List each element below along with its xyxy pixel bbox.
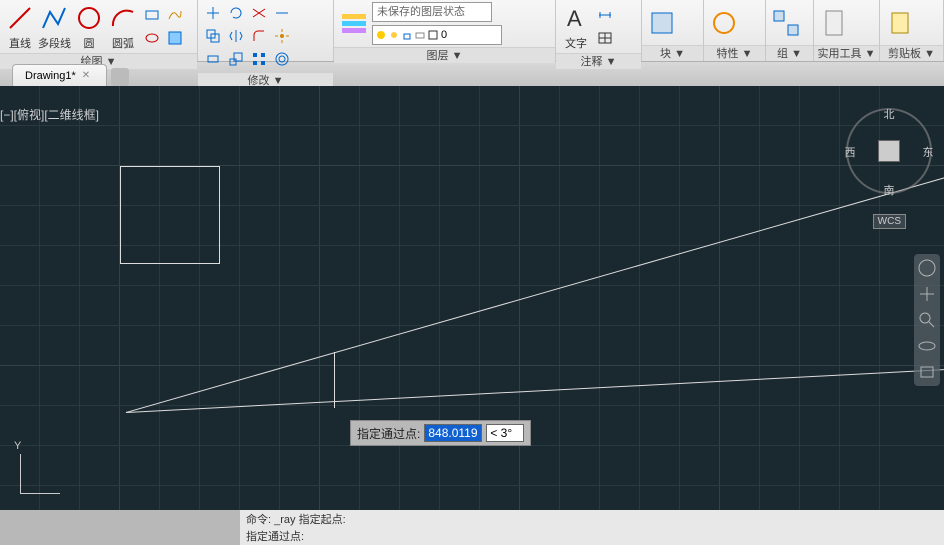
show-motion-icon[interactable]	[917, 362, 937, 382]
zoom-icon[interactable]	[917, 310, 937, 330]
circle-tool[interactable]: 圆	[73, 2, 105, 51]
plot-icon	[415, 30, 425, 40]
viewport-label[interactable]: [−][俯视][二维线框]	[0, 106, 99, 123]
move-tool[interactable]	[202, 2, 224, 24]
compass-top[interactable]	[878, 140, 900, 162]
group-tool[interactable]	[770, 7, 802, 39]
utilities-tool[interactable]	[818, 7, 850, 39]
clipboard-tool[interactable]	[884, 7, 916, 39]
compass-west[interactable]: 西	[840, 144, 860, 158]
arc-tool[interactable]: 圆弧	[107, 2, 139, 51]
svg-text:A: A	[567, 6, 582, 31]
clipboard-panel-title[interactable]: 剪贴板 ▼	[880, 45, 943, 61]
new-tab-button[interactable]	[111, 68, 129, 86]
rect-tool[interactable]	[141, 4, 163, 26]
selection-rectangle	[120, 166, 220, 264]
compass-east[interactable]: 东	[918, 144, 938, 158]
layer-panel-title[interactable]: 图层 ▼	[334, 47, 555, 63]
explode-tool[interactable]	[271, 25, 293, 47]
full-nav-wheel-icon[interactable]	[917, 258, 937, 278]
vertical-marker	[334, 352, 335, 408]
tab-drawing1[interactable]: Drawing1* ✕	[12, 64, 107, 86]
text-tool[interactable]: A 文字	[560, 2, 592, 51]
compass-south[interactable]: 南	[879, 182, 899, 196]
distance-input[interactable]	[424, 424, 482, 442]
prompt-label: 指定通过点:	[357, 425, 420, 442]
properties-tool[interactable]	[708, 7, 740, 39]
layer-current-dropdown[interactable]: 0	[372, 25, 502, 45]
wcs-badge[interactable]: WCS	[873, 214, 906, 229]
command-handle[interactable]	[0, 510, 240, 545]
drawing-canvas[interactable]: [−][俯视][二维线框] 指定通过点: 北 南 东 西 WCS Y	[0, 86, 944, 510]
navigation-bar	[914, 254, 940, 386]
sun-icon	[389, 30, 399, 40]
lock-icon	[402, 30, 412, 40]
group-panel-title[interactable]: 组 ▼	[766, 45, 813, 61]
compass-north[interactable]: 北	[879, 106, 899, 120]
text-label: 文字	[560, 35, 592, 51]
tab-label: Drawing1*	[25, 70, 76, 82]
fillet-tool[interactable]	[248, 25, 270, 47]
layer-name: 0	[441, 29, 447, 41]
annotation-panel-title[interactable]: 注释 ▼	[556, 53, 641, 69]
command-prompt-line: 指定通过点:	[246, 528, 938, 544]
trim-tool[interactable]	[248, 2, 270, 24]
close-icon[interactable]: ✕	[82, 70, 94, 82]
ucs-icon: Y	[10, 444, 70, 504]
bulb-icon	[376, 30, 386, 40]
pan-icon[interactable]	[917, 284, 937, 304]
ribbon: 直线 多段线 圆 圆弧	[0, 0, 944, 62]
utilities-panel-title[interactable]: 实用工具 ▼	[814, 45, 879, 61]
offset-tool[interactable]	[271, 48, 293, 70]
spline-tool[interactable]	[164, 4, 186, 26]
properties-panel-title[interactable]: 特性 ▼	[704, 45, 765, 61]
view-cube[interactable]: 北 南 东 西	[846, 108, 932, 194]
polyline-label: 多段线	[38, 35, 71, 51]
line-tool[interactable]: 直线	[4, 2, 36, 51]
dynamic-input: 指定通过点:	[350, 420, 531, 446]
extend-tool[interactable]	[271, 2, 293, 24]
scale-tool[interactable]	[225, 48, 247, 70]
orbit-icon[interactable]	[917, 336, 937, 356]
grid	[0, 86, 944, 510]
array-tool[interactable]	[248, 48, 270, 70]
ellipse-tool[interactable]	[141, 27, 163, 49]
command-window[interactable]: 命令: _ray 指定起点: 指定通过点:	[0, 510, 944, 545]
dimension-tool[interactable]	[594, 4, 616, 26]
color-swatch-icon	[428, 30, 438, 40]
command-history-line: 命令: _ray 指定起点:	[246, 511, 938, 527]
layer-properties-button[interactable]	[338, 8, 370, 40]
line-label: 直线	[4, 35, 36, 51]
stretch-tool[interactable]	[202, 48, 224, 70]
layer-state-dropdown[interactable]: 未保存的图层状态	[372, 2, 492, 22]
mirror-tool[interactable]	[225, 25, 247, 47]
angle-input[interactable]	[486, 424, 524, 442]
circle-label: 圆	[73, 35, 105, 51]
copy-tool[interactable]	[202, 25, 224, 47]
arc-label: 圆弧	[107, 35, 139, 51]
block-panel-title[interactable]: 块 ▼	[642, 45, 703, 61]
hatch-tool[interactable]	[164, 27, 186, 49]
block-tool[interactable]	[646, 7, 678, 39]
table-tool[interactable]	[594, 27, 616, 49]
polyline-tool[interactable]: 多段线	[38, 2, 71, 51]
rotate-tool[interactable]	[225, 2, 247, 24]
